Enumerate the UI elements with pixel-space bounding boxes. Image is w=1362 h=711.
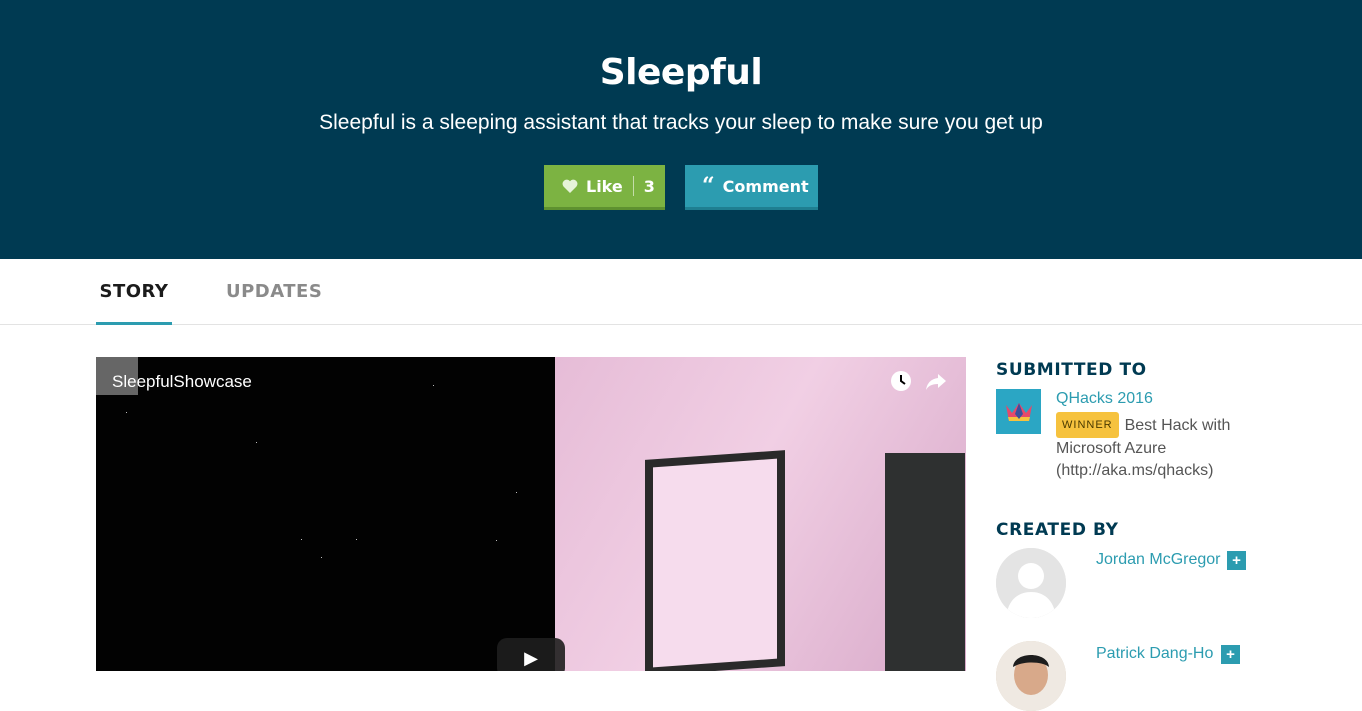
like-label: Like (586, 176, 623, 196)
prize-info: WINNER Best Hack with Microsoft Azure (ht… (1056, 412, 1276, 482)
submitted-to-heading: SUBMITTED TO (996, 360, 1147, 380)
follow-plus-button[interactable]: + (1221, 645, 1240, 664)
video-star (433, 385, 434, 386)
winner-badge: WINNER (1056, 412, 1119, 438)
like-divider (632, 176, 634, 196)
hackathon-link[interactable]: QHacks 2016 (1056, 390, 1153, 408)
video-star (256, 442, 257, 443)
qhacks-logo[interactable] (996, 389, 1041, 434)
heart-icon (562, 179, 578, 193)
play-button[interactable]: ▶ (497, 638, 565, 671)
video-star (496, 540, 497, 541)
comment-button[interactable]: “ Comment (685, 165, 818, 210)
video-player[interactable]: SleepfulShowcase ▶ (96, 357, 966, 671)
play-icon: ▶ (524, 647, 538, 668)
follow-plus-button[interactable]: + (1227, 551, 1246, 570)
project-tabs: STORY UPDATES (0, 259, 1362, 325)
like-count: 3 (643, 176, 655, 196)
video-title[interactable]: SleepfulShowcase (112, 372, 252, 392)
video-star (301, 539, 302, 540)
video-door-shape (645, 450, 785, 671)
project-tagline: Sleepful is a sleeping assistant that tr… (319, 111, 1043, 134)
share-icon[interactable] (925, 370, 947, 398)
comment-label: Comment (722, 176, 809, 196)
video-star (126, 412, 127, 413)
creator-name[interactable]: Patrick Dang-Ho (1096, 645, 1213, 663)
crown-icon (1005, 402, 1032, 421)
video-star (516, 492, 517, 493)
like-button[interactable]: Like 3 (544, 165, 665, 210)
tab-story[interactable]: STORY (96, 281, 172, 325)
creator-name[interactable]: Jordan McGregor (1096, 551, 1221, 569)
video-star (321, 557, 322, 558)
video-frame-left (96, 357, 555, 671)
user-photo (996, 641, 1066, 711)
video-doorway-shape (885, 453, 965, 671)
default-user-icon (996, 548, 1066, 618)
video-frame-right (555, 357, 966, 671)
clock-icon[interactable] (890, 370, 912, 398)
project-header: Sleepful Sleepful is a sleeping assistan… (0, 0, 1362, 259)
avatar[interactable] (996, 548, 1066, 618)
tab-updates[interactable]: UPDATES (226, 281, 322, 302)
quote-icon: “ (702, 173, 715, 199)
video-star (356, 539, 357, 540)
avatar[interactable] (996, 641, 1066, 711)
project-title: Sleepful (599, 52, 763, 93)
created-by-heading: CREATED BY (996, 520, 1119, 540)
